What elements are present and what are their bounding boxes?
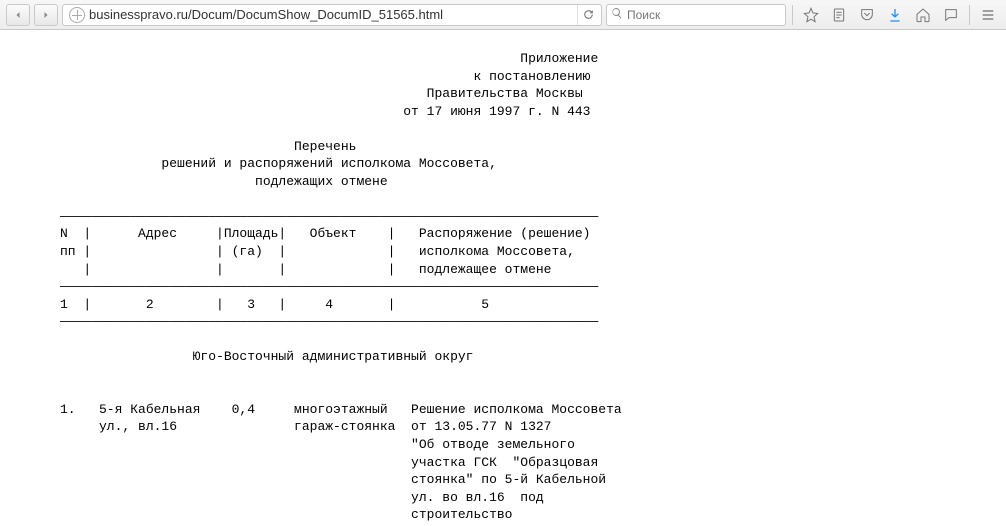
url-bar[interactable]: businesspravo.ru/Docum/DocumShow_DocumID… [62, 4, 602, 26]
reload-icon [582, 8, 595, 21]
hamburger-icon [980, 7, 996, 23]
document-content: Приложение к постановлению Правительства… [0, 30, 1006, 526]
search-bar[interactable] [606, 4, 786, 26]
url-text: businesspravo.ru/Docum/DocumShow_DocumID… [89, 7, 577, 22]
downloads-button[interactable] [883, 4, 907, 26]
chat-icon [943, 7, 959, 23]
pocket-button[interactable] [855, 4, 879, 26]
toolbar-separator [792, 5, 793, 25]
chat-button[interactable] [939, 4, 963, 26]
search-icon [611, 7, 623, 22]
content-viewport[interactable]: Приложение к постановлению Правительства… [0, 30, 1006, 526]
globe-icon [69, 7, 85, 23]
home-button[interactable] [911, 4, 935, 26]
arrow-right-icon [40, 9, 52, 21]
reload-button[interactable] [577, 5, 599, 25]
bookmark-button[interactable] [799, 4, 823, 26]
reader-button[interactable] [827, 4, 851, 26]
menu-button[interactable] [976, 4, 1000, 26]
arrow-left-icon [12, 9, 24, 21]
star-icon [803, 7, 819, 23]
forward-button[interactable] [34, 4, 58, 26]
toolbar-separator [969, 5, 970, 25]
search-input[interactable] [627, 8, 781, 22]
home-icon [915, 7, 931, 23]
pocket-icon [859, 7, 875, 23]
download-icon [887, 7, 903, 23]
browser-toolbar: businesspravo.ru/Docum/DocumShow_DocumID… [0, 0, 1006, 30]
back-button[interactable] [6, 4, 30, 26]
document-text: Приложение к постановлению Правительства… [60, 50, 946, 526]
clipboard-icon [831, 7, 847, 23]
